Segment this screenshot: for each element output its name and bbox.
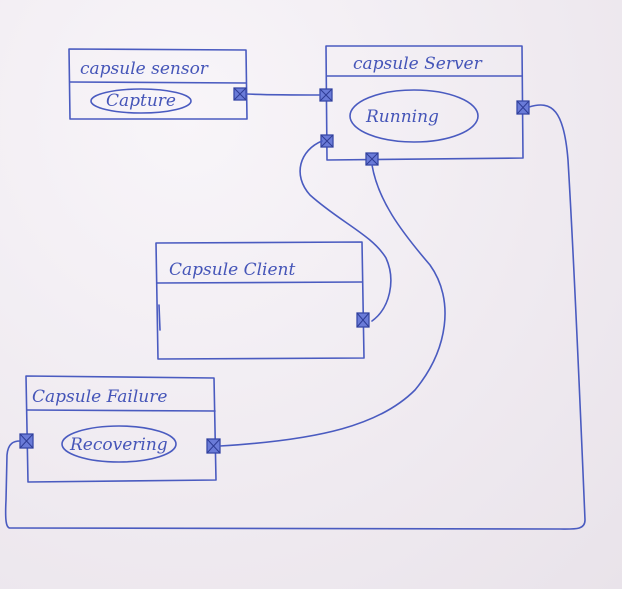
capsule-failure[interactable]: Capsule Failure Recovering bbox=[19, 375, 221, 483]
capsule-sensor-title: capsule sensor bbox=[80, 59, 209, 79]
capsule-sensor[interactable]: capsule sensor Capture bbox=[68, 48, 248, 120]
connector-sensor-to-server bbox=[245, 93, 321, 96]
capsule-server-title: capsule Server bbox=[353, 54, 483, 74]
capsule-server-port-bottom[interactable] bbox=[365, 152, 379, 166]
connector-server-to-client bbox=[299, 140, 392, 322]
capsule-server-state[interactable]: Running bbox=[349, 89, 479, 143]
capsule-sensor-state-label: Capture bbox=[106, 91, 176, 111]
capsule-client-title: Capsule Client bbox=[169, 260, 295, 280]
capsule-client-divider bbox=[156, 281, 363, 284]
connector-server-to-failure-loop bbox=[4, 104, 586, 530]
capsule-sensor-divider bbox=[69, 81, 247, 84]
capsule-failure-state[interactable]: Recovering bbox=[61, 425, 177, 463]
capsule-failure-divider bbox=[26, 409, 216, 412]
capsule-server-port-in-top[interactable] bbox=[319, 88, 333, 102]
capsule-client[interactable]: Capsule Client bbox=[155, 241, 370, 360]
capsule-sensor-state[interactable]: Capture bbox=[90, 88, 192, 114]
client-left-tick bbox=[158, 304, 161, 331]
capsule-client-port[interactable] bbox=[356, 312, 370, 328]
capsule-failure-port-right[interactable] bbox=[206, 438, 221, 454]
capsule-diagram: capsule sensor Capture capsule Server Ru… bbox=[4, 45, 586, 530]
capsule-sensor-port-out[interactable] bbox=[233, 87, 247, 101]
capsule-server[interactable]: capsule Server Running bbox=[319, 45, 530, 166]
capsule-failure-title: Capsule Failure bbox=[32, 387, 167, 407]
connector-server-to-failure bbox=[219, 164, 446, 447]
capsule-server-state-label: Running bbox=[365, 107, 439, 127]
capsule-failure-state-label: Recovering bbox=[69, 435, 168, 455]
capsule-server-port-right[interactable] bbox=[516, 100, 530, 115]
capsule-failure-port-left[interactable] bbox=[19, 433, 34, 449]
